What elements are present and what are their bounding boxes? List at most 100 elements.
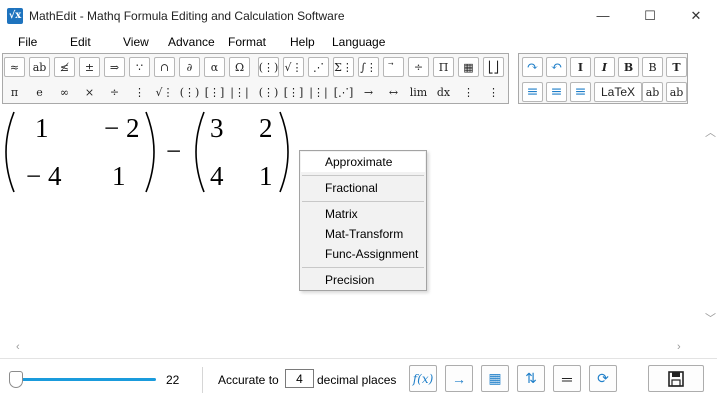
align-left-icon[interactable]: ≡ [522, 82, 543, 102]
inequality-button[interactable]: ≰ [54, 57, 75, 77]
parentheses-button[interactable]: (⋮) [179, 82, 200, 102]
matrix-a-cell[interactable]: − 2 [104, 113, 139, 144]
redo-icon[interactable]: ↷ [522, 57, 543, 77]
paren-matrix-button[interactable]: (⋮) [258, 82, 279, 102]
det-matrix-button[interactable]: |⋮| [308, 82, 329, 102]
matrix-template-button[interactable]: ▦ [458, 57, 479, 77]
scroll-right-icon[interactable]: › [677, 341, 681, 353]
matrix-b-cell[interactable]: 1 [259, 161, 273, 192]
times-button[interactable]: × [79, 82, 100, 102]
sqrt-button[interactable]: √⋮ [154, 82, 175, 102]
context-menu: Approximate Fractional Matrix Mat-Transf… [299, 150, 427, 291]
latex-button[interactable]: LaTeX [594, 82, 642, 102]
square-brackets-button[interactable]: [⋮] [204, 82, 225, 102]
grid-matrix-button[interactable]: [⋰] [333, 82, 354, 102]
refresh-icon[interactable]: ⟳ [589, 365, 617, 392]
font-size-slider-track[interactable] [16, 378, 156, 381]
italic-button[interactable]: I [594, 57, 615, 77]
divide-button[interactable]: ÷ [104, 82, 125, 102]
radical-template-button[interactable]: √⋮ [283, 57, 304, 77]
limit-button[interactable]: lim [408, 82, 429, 102]
pi-button[interactable]: π [4, 82, 25, 102]
column-button[interactable]: ⋮ [458, 82, 479, 102]
menu-item-approximate[interactable]: Approximate [301, 152, 425, 172]
menu-file[interactable]: File [18, 35, 37, 49]
minimize-button[interactable]: — [580, 0, 626, 31]
title-bar: √x MathEdit - Mathq Formula Editing and … [0, 0, 717, 31]
scroll-up-icon[interactable]: ︿ [705, 124, 716, 140]
menu-item-matrix[interactable]: Matrix [301, 204, 425, 224]
integral-template-button[interactable]: ∫⋮ [358, 57, 379, 77]
vector-template-button[interactable]: ⃗ [383, 57, 404, 77]
roman-button[interactable]: I [570, 57, 591, 77]
matrix-a-cell[interactable]: − 4 [26, 161, 61, 192]
font-ab-button[interactable]: ab [642, 82, 663, 102]
menu-edit[interactable]: Edit [70, 35, 91, 49]
menu-item-fractional[interactable]: Fractional [301, 178, 425, 198]
symbol-toolbar: ≈ ab ≰ ± ⇒ ∵ ∩ ∂ α Ω (⋮) √⋮ ⋰ Σ⋮ ∫⋮ ⃗ ÷ … [2, 53, 509, 104]
matrix-b-cell[interactable]: 2 [259, 113, 273, 144]
font-ab-alt-button[interactable]: ab [666, 82, 687, 102]
bracket-template-button[interactable]: (⋮) [258, 57, 279, 77]
save-button[interactable] [648, 365, 704, 392]
vertical-scrollbar[interactable]: ︿ ﹀ [702, 106, 717, 342]
menu-advance[interactable]: Advance [168, 35, 215, 49]
maximize-button[interactable]: ☐ [627, 0, 673, 31]
greek-lower-button[interactable]: α [204, 57, 225, 77]
absolute-value-button[interactable]: |⋮| [229, 82, 250, 102]
menu-language[interactable]: Language [332, 35, 385, 49]
arrow-symbol-button[interactable]: ⇒ [104, 57, 125, 77]
align-right-icon[interactable]: ≡ [570, 82, 591, 102]
menu-divider [302, 201, 424, 202]
set-symbol-button[interactable]: ∩ [154, 57, 175, 77]
matrix-a-cell[interactable]: 1 [35, 113, 49, 144]
matrix-b-cell[interactable]: 4 [210, 161, 224, 192]
approx-symbol-button[interactable]: ≈ [4, 57, 25, 77]
dx-button[interactable]: dx [433, 82, 454, 102]
menu-item-precision[interactable]: Precision [301, 270, 425, 290]
blackboard-button[interactable]: B [642, 57, 663, 77]
greek-upper-button[interactable]: Ω [229, 57, 250, 77]
ab-symbol-button[interactable]: ab [29, 57, 50, 77]
text-button[interactable]: T [666, 57, 687, 77]
e-button[interactable]: e [29, 82, 50, 102]
matrix-b-cell[interactable]: 3 [210, 113, 224, 144]
function-icon[interactable]: f(x) [409, 365, 437, 392]
align-center-icon[interactable]: ≡ [546, 82, 567, 102]
script-template-button[interactable]: ⋰ [308, 57, 329, 77]
precision-input[interactable] [285, 369, 314, 388]
stacked-fraction-button[interactable]: ⋮ [129, 82, 150, 102]
plus-minus-button[interactable]: ± [79, 57, 100, 77]
menu-format[interactable]: Format [228, 35, 266, 49]
partial-button[interactable]: ∂ [179, 57, 200, 77]
minus-operator[interactable]: − [166, 136, 181, 167]
product-template-button[interactable]: Π [433, 57, 454, 77]
arrow-right-icon[interactable]: → [445, 365, 473, 392]
menu-item-mat-transform[interactable]: Mat-Transform [301, 224, 425, 244]
grid-icon[interactable]: ▦ [481, 365, 509, 392]
scroll-left-icon[interactable]: ‹ [16, 341, 20, 353]
menu-view[interactable]: View [123, 35, 149, 49]
infinity-button[interactable]: ∞ [54, 82, 75, 102]
horizontal-scrollbar[interactable]: ‹ › [0, 341, 702, 356]
bracket-matrix-button[interactable]: [⋮] [283, 82, 304, 102]
box-template-button[interactable]: ⎣⎦ [483, 57, 504, 77]
sum-template-button[interactable]: Σ⋮ [333, 57, 354, 77]
bold-button[interactable]: B [618, 57, 639, 77]
right-arrow-button[interactable]: → [358, 82, 379, 102]
matrix-a-cell[interactable]: 1 [112, 161, 126, 192]
close-button[interactable]: ✕ [673, 0, 717, 31]
fraction-template-button[interactable]: ÷ [408, 57, 429, 77]
menu-item-func-assignment[interactable]: Func-Assignment [301, 244, 425, 264]
align-vertical-icon[interactable]: ⇅ [517, 365, 545, 392]
undo-icon[interactable]: ↶ [546, 57, 567, 77]
scroll-down-icon[interactable]: ﹀ [705, 310, 716, 326]
font-size-slider-thumb[interactable] [9, 371, 23, 388]
decimal-places-label: decimal places [317, 373, 397, 387]
app-window: √x MathEdit - Mathq Formula Editing and … [0, 0, 717, 397]
equals-icon[interactable]: ═ [553, 365, 581, 392]
double-arrow-button[interactable]: ↔ [383, 82, 404, 102]
because-button[interactable]: ∵ [129, 57, 150, 77]
column-alt-button[interactable]: ⋮ [483, 82, 504, 102]
menu-help[interactable]: Help [290, 35, 315, 49]
